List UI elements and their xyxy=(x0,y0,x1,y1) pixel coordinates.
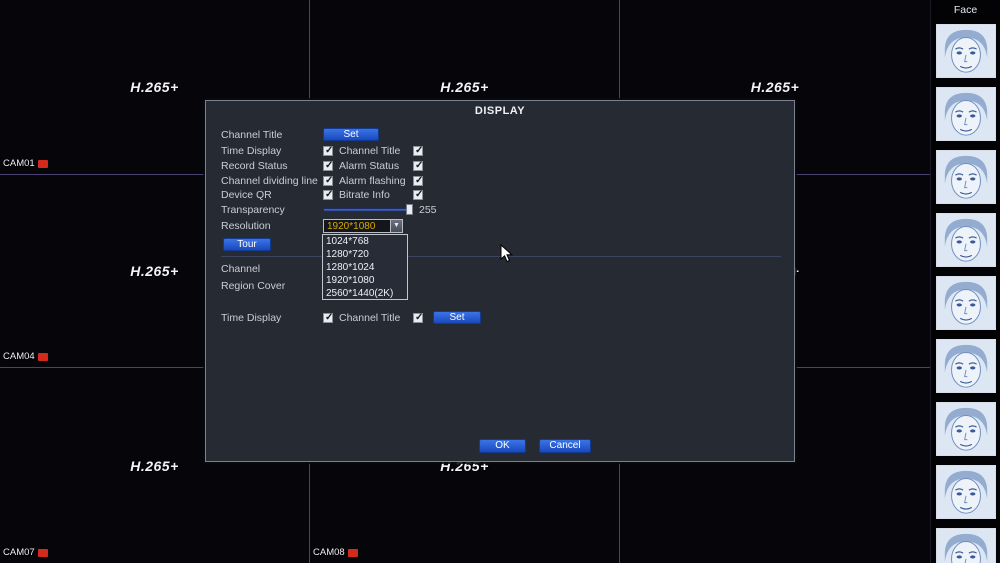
transparency-value: 255 xyxy=(419,204,437,216)
record-status-checkbox[interactable] xyxy=(323,160,333,171)
transparency-slider[interactable] xyxy=(323,208,413,212)
resolution-option-2560x1440[interactable]: 2560*1440(2K) xyxy=(323,287,407,300)
resolution-combobox[interactable]: 1920*1080 ▼ xyxy=(323,219,403,233)
channel-title2-checkbox[interactable] xyxy=(413,312,423,323)
time-display-set-button[interactable]: Set xyxy=(433,311,481,324)
alarm-flashing-checkbox[interactable] xyxy=(413,175,423,186)
tour-button[interactable]: Tour xyxy=(223,238,271,251)
record-icon xyxy=(37,548,48,557)
bitrate-info-checkbox[interactable] xyxy=(413,189,423,200)
camera-name-tag: CAM01 xyxy=(3,158,48,169)
channel-dividing-line-label: Channel dividing line xyxy=(221,175,318,187)
face-thumbnail[interactable] xyxy=(935,465,996,519)
channel-dividing-line-checkbox[interactable] xyxy=(323,175,333,186)
resolution-option-1280x720[interactable]: 1280*720 xyxy=(323,248,407,261)
camera-name-tag: CAM07 xyxy=(3,547,48,558)
channel-title-set-button[interactable]: Set xyxy=(323,128,379,141)
mouse-cursor-icon xyxy=(500,244,514,263)
camera-name: CAM07 xyxy=(3,547,35,558)
camera-name: CAM08 xyxy=(313,547,345,558)
face-thumbnail[interactable] xyxy=(935,528,996,563)
channel-title-option-label: Channel Title xyxy=(339,145,401,157)
record-status-label: Record Status xyxy=(221,160,288,172)
record-icon xyxy=(37,352,48,361)
channel-title-label: Channel Title xyxy=(221,129,283,141)
face-thumbnail[interactable] xyxy=(935,276,996,330)
alarm-flashing-label: Alarm flashing xyxy=(339,175,406,187)
face-panel-title: Face xyxy=(953,4,978,16)
codec-label: H.265+ xyxy=(750,79,800,95)
resolution-value: 1920*1080 xyxy=(327,221,376,232)
transparency-slider-handle[interactable] xyxy=(406,204,413,215)
face-thumbnail[interactable] xyxy=(935,339,996,393)
resolution-option-1920x1080[interactable]: 1920*1080 xyxy=(323,274,407,287)
channel-title2-label: Channel Title xyxy=(339,312,401,324)
codec-label: H.265+ xyxy=(130,457,179,474)
resolution-dropdown-list: 1024*768 1280*720 1280*1024 1920*1080 25… xyxy=(322,234,408,300)
face-thumbnail[interactable] xyxy=(935,402,996,456)
camera-name-tag: CAM08 xyxy=(313,547,358,558)
time-display2-label: Time Display xyxy=(221,312,282,324)
camera-name: CAM01 xyxy=(3,158,35,169)
region-cover-label: Region Cover xyxy=(221,280,286,292)
codec-label: H.265+ xyxy=(440,79,489,95)
alarm-status-label: Alarm Status xyxy=(339,160,400,172)
camera-name-tag: CAM04 xyxy=(3,351,48,362)
cancel-button[interactable]: Cancel xyxy=(539,439,591,453)
time-display2-checkbox[interactable] xyxy=(323,312,333,323)
camera-name: CAM04 xyxy=(3,351,35,362)
record-icon xyxy=(347,548,358,557)
codec-label: H.265+ xyxy=(130,79,179,95)
face-thumbnail[interactable] xyxy=(935,24,996,78)
resolution-option-1280x1024[interactable]: 1280*1024 xyxy=(323,261,407,274)
resolution-option-1024x768[interactable]: 1024*768 xyxy=(323,235,407,248)
channel-title-checkbox[interactable] xyxy=(413,145,423,156)
chevron-down-icon[interactable]: ▼ xyxy=(390,220,402,232)
record-icon xyxy=(37,159,48,168)
time-display-checkbox[interactable] xyxy=(323,145,333,156)
device-qr-checkbox[interactable] xyxy=(323,189,333,200)
face-thumbnail[interactable] xyxy=(935,213,996,267)
dialog-title: DISPLAY xyxy=(474,105,526,117)
ok-button[interactable]: OK xyxy=(479,439,526,453)
face-thumbnail[interactable] xyxy=(935,150,996,204)
dvr-screen: H.265+ CAM01 H.265+ H.265+ H.265+ CAM04 xyxy=(0,0,1000,563)
time-display-label: Time Display xyxy=(221,145,282,157)
bitrate-info-label: Bitrate Info xyxy=(339,189,390,201)
display-dialog: DISPLAY Channel Title Set Time Display C… xyxy=(205,100,795,462)
resolution-label: Resolution xyxy=(221,220,271,232)
face-thumbnail[interactable] xyxy=(935,87,996,141)
channel-label: Channel xyxy=(221,263,261,275)
transparency-label: Transparency xyxy=(221,204,285,216)
face-panel: Face xyxy=(930,0,1000,563)
device-qr-label: Device QR xyxy=(221,189,272,201)
codec-label: H.265+ xyxy=(130,263,179,279)
alarm-status-checkbox[interactable] xyxy=(413,160,423,171)
